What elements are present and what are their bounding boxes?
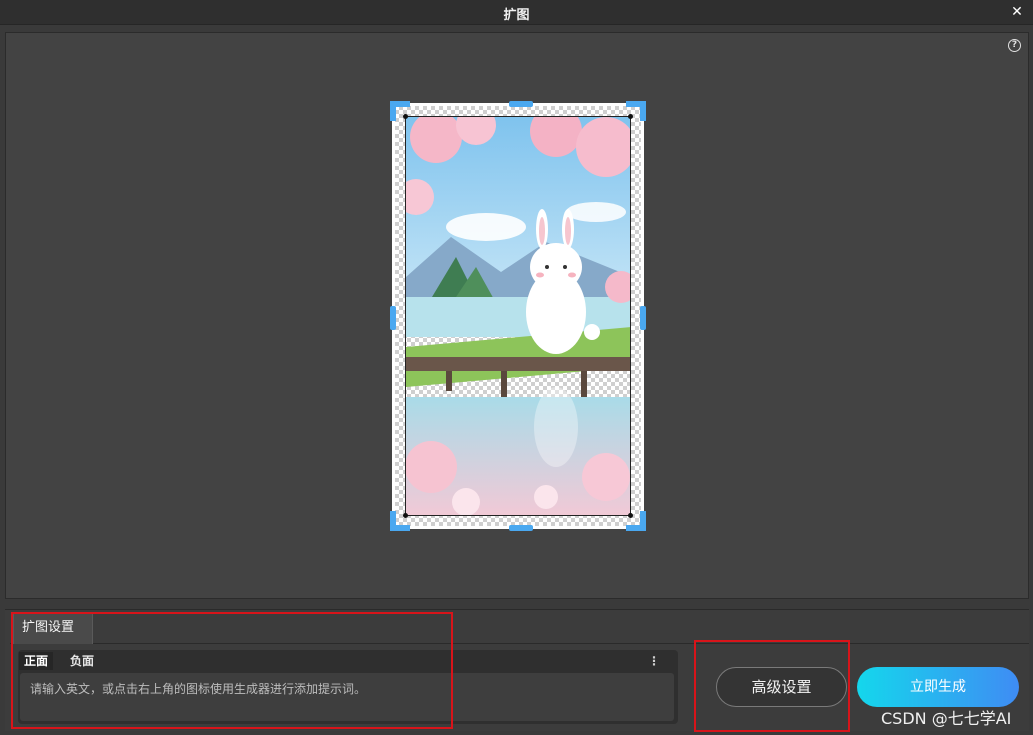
close-icon[interactable]: ✕ <box>1007 2 1027 22</box>
title-bar: 扩图 ✕ <box>0 0 1033 25</box>
resize-handle-top-left[interactable] <box>390 101 410 121</box>
watermark-text: CSDN @七七学AI <box>881 709 1012 728</box>
resize-handle-top-right[interactable] <box>626 101 646 121</box>
resize-handle-bottom-right[interactable] <box>626 511 646 531</box>
resize-handle-bottom-left[interactable] <box>390 511 410 531</box>
help-icon[interactable]: ? <box>1008 39 1021 52</box>
resize-handle-right[interactable] <box>640 306 646 330</box>
resize-handle-bottom[interactable] <box>509 525 533 531</box>
canvas-area: ? <box>5 32 1029 599</box>
window-title: 扩图 <box>503 8 530 23</box>
expand-frame[interactable] <box>390 101 646 531</box>
resize-handle-top[interactable] <box>509 101 533 107</box>
highlight-box-prompt <box>11 612 453 729</box>
highlight-box-advanced <box>694 640 850 732</box>
resize-handle-left[interactable] <box>390 306 396 330</box>
generate-now-button[interactable]: 立即生成 <box>857 667 1019 707</box>
more-vertical-icon[interactable]: ⋮ <box>648 653 660 669</box>
source-image <box>405 116 631 516</box>
